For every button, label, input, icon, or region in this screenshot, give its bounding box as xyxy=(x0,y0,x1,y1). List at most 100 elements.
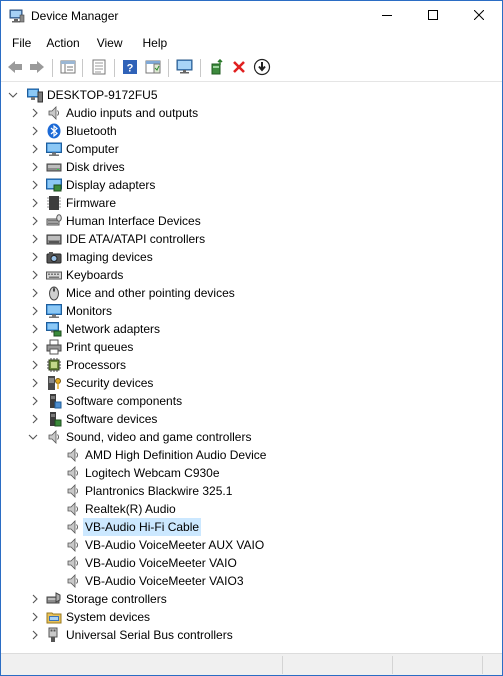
tree-node-label: Firmware xyxy=(66,196,116,210)
tree-device[interactable]: Logitech Webcam C930e xyxy=(2,464,501,482)
title-bar[interactable]: Device Manager xyxy=(1,1,502,31)
expand-chevron-icon[interactable] xyxy=(30,590,40,608)
expand-chevron-icon[interactable] xyxy=(30,302,40,320)
tree-node-label: Storage controllers xyxy=(66,592,167,606)
uninstall-icon xyxy=(231,59,247,78)
toolbar-separator xyxy=(114,59,115,77)
tree-node-label: Network adapters xyxy=(66,322,161,336)
tree-category[interactable]: Software devices xyxy=(2,410,501,428)
expand-chevron-icon[interactable] xyxy=(30,248,40,266)
back-button[interactable] xyxy=(5,58,25,78)
expand-chevron-icon[interactable] xyxy=(30,104,40,122)
toolbar-separator xyxy=(52,59,53,77)
collapse-chevron-icon[interactable] xyxy=(8,86,18,104)
expand-chevron-icon[interactable] xyxy=(30,212,40,230)
update-driver-button[interactable] xyxy=(207,58,227,78)
expand-chevron-icon[interactable] xyxy=(30,194,40,212)
expand-chevron-icon[interactable] xyxy=(30,176,40,194)
close-icon xyxy=(473,9,485,23)
tree-category[interactable]: Print queues xyxy=(2,338,501,356)
expand-chevron-icon[interactable] xyxy=(30,608,40,626)
expand-chevron-icon[interactable] xyxy=(30,410,40,428)
tree-category[interactable]: Imaging devices xyxy=(2,248,501,266)
tree-device[interactable]: VB-Audio VoiceMeeter AUX VAIO xyxy=(2,536,501,554)
usb-icon xyxy=(46,627,62,643)
expand-chevron-icon[interactable] xyxy=(30,626,40,644)
menu-action[interactable]: Action xyxy=(38,32,86,54)
tree-category[interactable]: IDE ATA/ATAPI controllers xyxy=(2,230,501,248)
properties-button[interactable] xyxy=(89,58,109,78)
expand-chevron-icon[interactable] xyxy=(30,320,40,338)
tree-category[interactable]: System devices xyxy=(2,608,501,626)
device-manager-window: Device Manager File Action View Help ? D… xyxy=(0,0,503,676)
update-driver-icon xyxy=(209,58,225,78)
tree-node-label: VB-Audio VoiceMeeter VAIO3 xyxy=(85,574,244,588)
menu-view[interactable]: View xyxy=(87,32,130,54)
tree-category[interactable]: Disk drives xyxy=(2,158,501,176)
tree-category[interactable]: Human Interface Devices xyxy=(2,212,501,230)
tree-category[interactable]: Processors xyxy=(2,356,501,374)
tree-node-label: IDE ATA/ATAPI controllers xyxy=(66,232,206,246)
scan-hardware-changes-button[interactable] xyxy=(175,58,195,78)
tree-node-label: Human Interface Devices xyxy=(66,214,201,228)
tree-device[interactable]: VB-Audio Hi-Fi Cable xyxy=(2,518,501,536)
expand-chevron-icon[interactable] xyxy=(30,284,40,302)
expand-chevron-icon[interactable] xyxy=(30,374,40,392)
tree-device[interactable]: Realtek(R) Audio xyxy=(2,500,501,518)
expand-chevron-icon[interactable] xyxy=(30,122,40,140)
maximize-button[interactable] xyxy=(410,1,456,31)
properties-view-icon xyxy=(60,59,76,78)
tree-category[interactable]: Sound, video and game controllers xyxy=(2,428,501,446)
tree-category[interactable]: Monitors xyxy=(2,302,501,320)
tree-category[interactable]: Security devices xyxy=(2,374,501,392)
enable-device-button[interactable] xyxy=(252,58,272,78)
expand-chevron-icon[interactable] xyxy=(30,338,40,356)
menu-file[interactable]: File xyxy=(1,32,38,54)
expand-chevron-icon[interactable] xyxy=(30,356,40,374)
tree-node-label: Monitors xyxy=(66,304,113,318)
security-key-icon xyxy=(46,375,62,391)
tree-node-label: Processors xyxy=(66,358,127,372)
disk-drive-icon xyxy=(46,159,62,175)
uninstall-device-button[interactable] xyxy=(229,58,249,78)
tree-category[interactable]: Universal Serial Bus controllers xyxy=(2,626,501,644)
show-hide-console-tree-button[interactable] xyxy=(58,58,78,78)
forward-button[interactable] xyxy=(27,58,47,78)
speaker-icon xyxy=(65,555,81,571)
collapse-chevron-icon[interactable] xyxy=(28,428,38,446)
expand-chevron-icon[interactable] xyxy=(30,230,40,248)
speaker-icon xyxy=(46,105,62,121)
device-tree[interactable]: DESKTOP-9172FU5 Audio inputs and outputs B… xyxy=(2,84,501,652)
tree-device[interactable]: VB-Audio VoiceMeeter VAIO3 xyxy=(2,572,501,590)
tree-category[interactable]: Display adapters xyxy=(2,176,501,194)
tree-device[interactable]: AMD High Definition Audio Device xyxy=(2,446,501,464)
download-driver-icon xyxy=(253,58,271,79)
show-hide-action-pane-button[interactable] xyxy=(143,58,163,78)
tree-category[interactable]: Network adapters xyxy=(2,320,501,338)
tree-device[interactable]: VB-Audio VoiceMeeter VAIO xyxy=(2,554,501,572)
tree-device[interactable]: Plantronics Blackwire 325.1 xyxy=(2,482,501,500)
desktop-computer-icon xyxy=(27,87,43,103)
expand-chevron-icon[interactable] xyxy=(30,140,40,158)
close-button[interactable] xyxy=(456,1,502,31)
expand-chevron-icon[interactable] xyxy=(30,392,40,410)
expand-chevron-icon[interactable] xyxy=(30,266,40,284)
tree-category[interactable]: Keyboards xyxy=(2,266,501,284)
minimize-button[interactable] xyxy=(364,1,410,31)
tree-node-label: Computer xyxy=(66,142,119,156)
expand-chevron-icon[interactable] xyxy=(30,158,40,176)
toolbar-separator xyxy=(200,59,201,77)
back-arrow-icon xyxy=(6,59,24,78)
tree-category[interactable]: Software components xyxy=(2,392,501,410)
tree-category[interactable]: Firmware xyxy=(2,194,501,212)
tree-category[interactable]: Bluetooth xyxy=(2,122,501,140)
speaker-icon xyxy=(46,429,62,445)
tree-root-computer[interactable]: DESKTOP-9172FU5 xyxy=(2,86,501,104)
help-button[interactable]: ? xyxy=(120,58,140,78)
tree-category[interactable]: Mice and other pointing devices xyxy=(2,284,501,302)
tree-category[interactable]: Audio inputs and outputs xyxy=(2,104,501,122)
menu-help[interactable]: Help xyxy=(130,32,175,54)
tree-category[interactable]: Storage controllers xyxy=(2,590,501,608)
tree-category[interactable]: Computer xyxy=(2,140,501,158)
tree-node-label: VB-Audio VoiceMeeter AUX VAIO xyxy=(85,538,265,552)
